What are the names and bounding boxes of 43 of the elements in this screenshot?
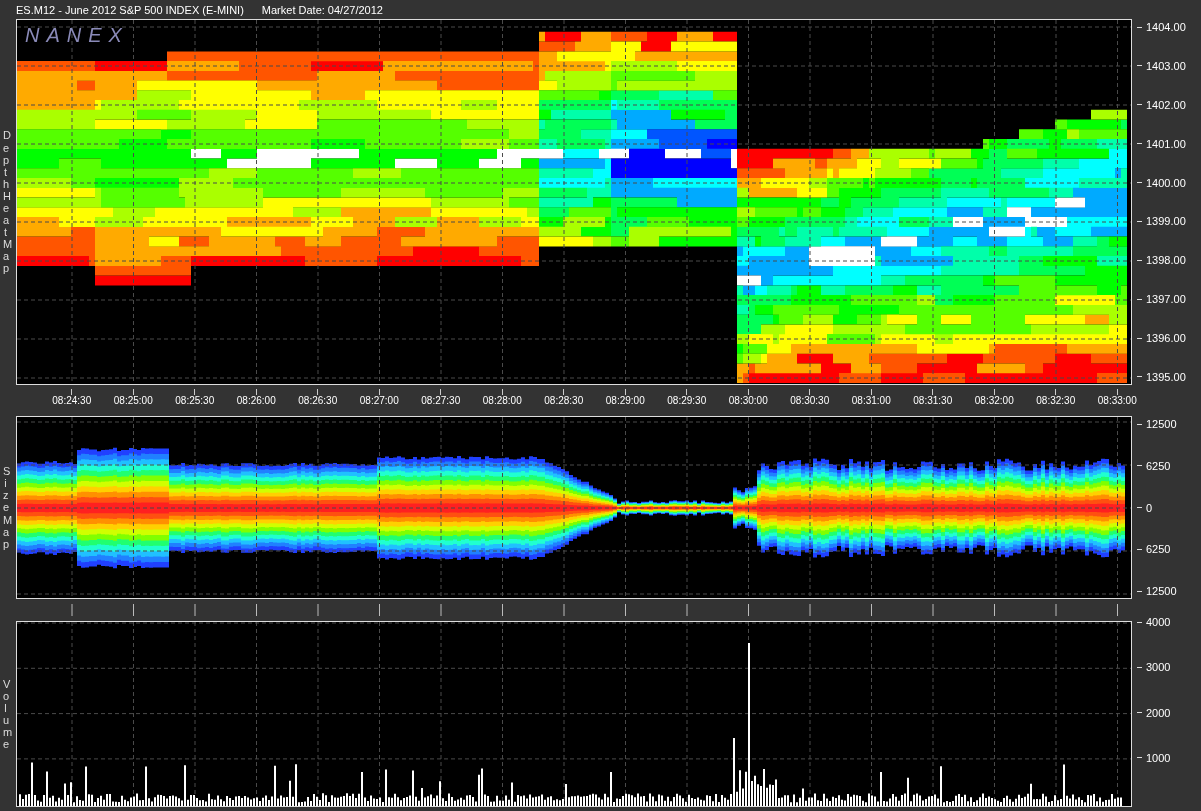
axis-label: 6250 [1146,542,1171,557]
time-label: 08:27:30 [421,395,461,406]
panel-label: Volume [3,677,14,751]
panel-label: Size Map [3,465,14,550]
axis-label: 1398.00 [1146,253,1186,268]
axis-label: 1404.00 [1146,20,1186,34]
panel-label: Depth Heat Map [3,129,14,275]
time-label: 08:32:00 [974,395,1014,406]
time-label: 08:24:30 [52,395,92,406]
axis-label: 12500 [1146,584,1177,598]
time-label: 08:29:30 [667,395,707,406]
axis-label: 12500 [1146,417,1177,431]
axis-label: 0 [1146,500,1153,515]
axis-label: 1402.00 [1146,97,1186,112]
time-label: 08:30:30 [790,395,830,406]
axis-label: 4000 [1146,615,1171,629]
axis-label: 1401.00 [1146,136,1186,151]
time-label: 08:26:00 [236,395,276,406]
axis-label: 1400.00 [1146,175,1186,190]
axis-label: 1396.00 [1146,331,1186,345]
time-label: 08:28:30 [544,395,584,406]
time-label: 08:32:30 [1036,395,1076,406]
axis-label: 1000 [1146,750,1171,765]
axis-label: 1403.00 [1146,58,1186,73]
axis-label: 3000 [1146,660,1171,675]
axis-label: 6250 [1146,458,1171,473]
time-label: 08:25:30 [175,395,215,406]
market-date: Market Date: 04/27/2012 [261,4,383,16]
logo: NANEX [25,23,129,47]
time-label: 08:28:00 [482,395,522,406]
axis-label: 1399.00 [1146,214,1186,229]
time-label: 08:29:00 [605,395,645,406]
chart-title: ES.M12 - June 2012 S&P 500 INDEX (E-MINI) [16,4,244,16]
time-label: 08:30:00 [728,395,768,406]
axis-label: 1395.00 [1146,369,1186,384]
time-label: 08:27:00 [359,395,399,406]
axis-label: 2000 [1146,705,1171,720]
time-label: 08:31:00 [851,395,891,406]
time-label: 08:26:30 [298,395,338,406]
time-label: 08:33:00 [1097,395,1137,406]
axis-label: 1397.00 [1146,292,1186,307]
time-label: 08:25:00 [113,395,153,406]
time-label: 08:31:30 [913,395,953,406]
